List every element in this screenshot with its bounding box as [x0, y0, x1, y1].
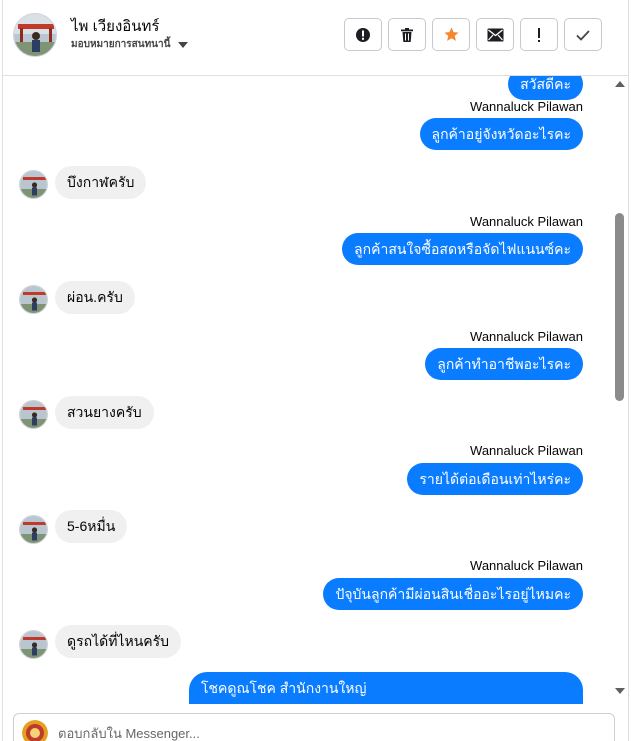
reply-input[interactable]: [58, 726, 578, 741]
contact-avatar-small: [19, 630, 48, 659]
incoming-message: 5-6หมื่น: [55, 510, 128, 543]
caret-down-icon: [178, 41, 189, 48]
outgoing-message: รายได้ต่อเดือนเท่าไหร่คะ: [407, 463, 583, 495]
contact-name: ไพ เวียงอินทร์: [71, 18, 160, 35]
assign-conversation-label: มอบหมายการสนทนานี้: [71, 39, 171, 50]
assign-conversation-dropdown[interactable]: มอบหมายการสนทนานี้: [71, 37, 189, 52]
outgoing-message: ลูกค้าอยู่จังหวัดอะไรคะ: [419, 118, 583, 150]
contact-photo: [20, 171, 47, 198]
outgoing-message: ลูกค้าทำอาชีพอะไรคะ: [425, 348, 583, 380]
delete-button[interactable]: [388, 18, 426, 51]
mark-done-button[interactable]: [564, 18, 602, 51]
envelope-icon: [487, 28, 503, 41]
incoming-message: ดูรถได้ที่ไหนครับ: [55, 625, 182, 658]
contact-avatar-small: [19, 170, 48, 199]
conversation-header: ไพ เวียงอินทร์ มอบหมายการสนทนานี้: [3, 0, 628, 76]
messenger-conversation-panel: ไพ เวียงอินทร์ มอบหมายการสนทนานี้ สวัสดี…: [2, 0, 629, 741]
sender-name: Wannaluck Pilawan: [470, 558, 583, 573]
star-button[interactable]: [432, 18, 470, 51]
message-list[interactable]: สวัสดีคะ Wannaluck Pilawan ลูกค้าอยู่จัง…: [3, 76, 613, 704]
scrollbar-thumb[interactable]: [615, 213, 624, 401]
sender-name: Wannaluck Pilawan: [470, 443, 583, 458]
contact-photo: [20, 631, 47, 658]
conversation-actions: [344, 18, 602, 51]
alert-circle-icon: [356, 27, 370, 42]
incoming-message: บึงกาฬครับ: [55, 166, 147, 199]
follow-up-button[interactable]: [520, 18, 558, 51]
report-spam-button[interactable]: [344, 18, 382, 51]
star-icon: [443, 27, 459, 41]
trash-icon: [401, 27, 413, 42]
sender-name: Wannaluck Pilawan: [470, 214, 583, 229]
outgoing-message: สวัสดีคะ: [508, 76, 583, 100]
message-scrollbar[interactable]: [612, 76, 628, 704]
sender-name: Wannaluck Pilawan: [470, 329, 583, 344]
contact-photo: [20, 286, 47, 313]
mark-unread-button[interactable]: [476, 18, 514, 51]
outgoing-message: ปัจุบันลูกค้ามีผ่อนสินเชื่ออะไรอยู่ไหมคะ: [323, 578, 583, 610]
page-avatar: [22, 720, 48, 741]
contact-photo: [20, 401, 47, 428]
contact-photo: [14, 14, 56, 56]
exclamation-icon: [538, 27, 540, 42]
page-logo-icon: [22, 720, 48, 741]
sender-name: Wannaluck Pilawan: [470, 99, 583, 114]
incoming-message: ผ่อน.ครับ: [55, 281, 135, 314]
contact-photo: [20, 516, 47, 543]
scroll-down-arrow-icon[interactable]: [615, 688, 625, 694]
incoming-message: สวนยางครับ: [55, 396, 154, 429]
reply-composer: [13, 713, 615, 741]
contact-avatar[interactable]: [13, 13, 57, 57]
outgoing-message: โชคดูณโชค สำนักงานใหญ่: [189, 672, 583, 704]
contact-avatar-small: [19, 515, 48, 544]
check-icon: [576, 29, 590, 41]
outgoing-message: ลูกค้าสนใจซื้อสดหรือจัดไฟแนนซ์คะ: [342, 233, 583, 265]
contact-avatar-small: [19, 285, 48, 314]
contact-avatar-small: [19, 400, 48, 429]
scroll-up-arrow-icon[interactable]: [615, 81, 625, 87]
